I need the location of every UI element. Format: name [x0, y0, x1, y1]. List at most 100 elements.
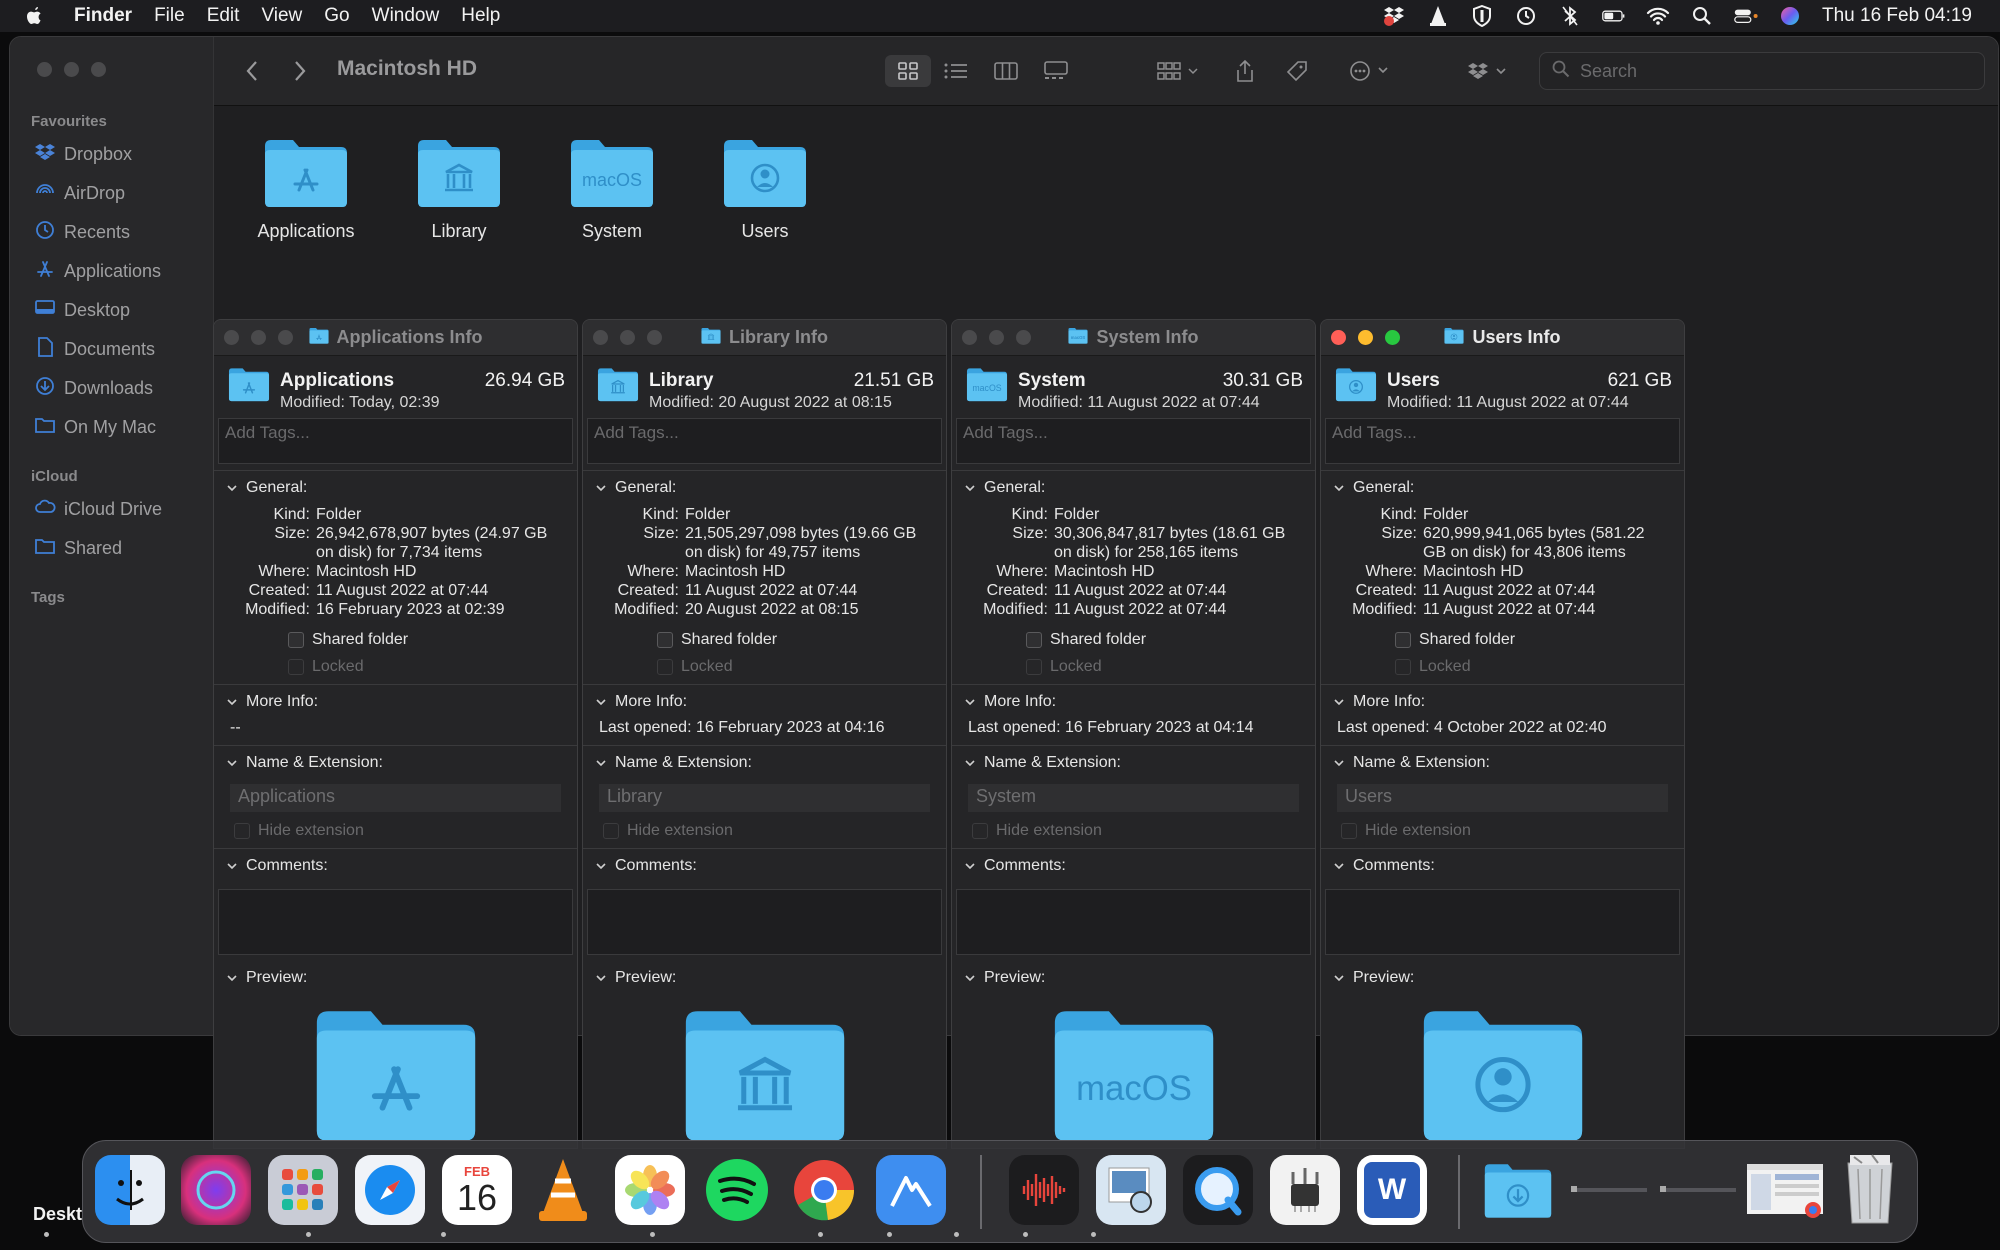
dock-vlc-icon[interactable]: [528, 1155, 598, 1225]
disclosure-chevron-icon[interactable]: [226, 696, 238, 708]
shared-folder-checkbox[interactable]: Shared folder: [1026, 631, 1315, 649]
section-more-info[interactable]: More Info:: [1321, 685, 1684, 719]
disclosure-chevron-icon[interactable]: [226, 860, 238, 872]
bluetooth-icon[interactable]: [1558, 5, 1582, 27]
section-general[interactable]: General:: [583, 471, 946, 505]
shared-folder-checkbox[interactable]: Shared folder: [657, 631, 946, 649]
disclosure-chevron-icon[interactable]: [595, 860, 607, 872]
hide-extension-checkbox[interactable]: Hide extension: [603, 822, 946, 840]
disclosure-chevron-icon[interactable]: [964, 696, 976, 708]
minimize-button[interactable]: [1358, 330, 1373, 345]
comments-field[interactable]: [1325, 889, 1680, 955]
section-name-extension[interactable]: Name & Extension:: [952, 746, 1315, 780]
dock-siri-icon[interactable]: [181, 1155, 251, 1225]
group-by-button[interactable]: [1154, 55, 1204, 87]
menu-finder[interactable]: Finder: [74, 5, 132, 27]
section-more-info[interactable]: More Info:: [583, 685, 946, 719]
desktop-item-label[interactable]: Deskt: [33, 1204, 82, 1225]
dock-spotify-icon[interactable]: [702, 1155, 772, 1225]
minimize-button[interactable]: [620, 330, 635, 345]
disclosure-chevron-icon[interactable]: [1333, 482, 1345, 494]
section-preview[interactable]: Preview:: [214, 961, 577, 995]
locked-checkbox[interactable]: Locked: [1395, 658, 1684, 676]
section-name-extension[interactable]: Name & Extension:: [583, 746, 946, 780]
locked-checkbox[interactable]: Locked: [1026, 658, 1315, 676]
dock-photos-icon[interactable]: [615, 1155, 685, 1225]
name-field[interactable]: System: [968, 784, 1299, 812]
tag-button[interactable]: [1282, 55, 1312, 87]
wifi-icon[interactable]: [1646, 5, 1670, 27]
add-tags-field[interactable]: Add Tags...: [1325, 418, 1680, 464]
dock-system-information-icon[interactable]: [1270, 1155, 1340, 1225]
disclosure-chevron-icon[interactable]: [226, 757, 238, 769]
dropbox-toolbar-button[interactable]: [1464, 55, 1514, 87]
section-general[interactable]: General:: [952, 471, 1315, 505]
dock-window-thumbnail-1[interactable]: [1568, 1155, 1650, 1225]
icon-view-button[interactable]: [885, 55, 931, 87]
hide-extension-checkbox[interactable]: Hide extension: [234, 822, 577, 840]
menu-edit[interactable]: Edit: [207, 5, 240, 27]
forward-button[interactable]: [288, 55, 312, 87]
dock-quicktime-icon[interactable]: [1183, 1155, 1253, 1225]
add-tags-field[interactable]: Add Tags...: [956, 418, 1311, 464]
action-menu-button[interactable]: [1346, 55, 1396, 87]
section-comments[interactable]: Comments:: [214, 849, 577, 883]
dock-launchpad-icon[interactable]: [268, 1155, 338, 1225]
disclosure-chevron-icon[interactable]: [1333, 860, 1345, 872]
section-preview[interactable]: Preview:: [1321, 961, 1684, 995]
add-tags-field[interactable]: Add Tags...: [218, 418, 573, 464]
close-button[interactable]: [1331, 330, 1346, 345]
dock-nordvpn-icon[interactable]: [876, 1155, 946, 1225]
section-comments[interactable]: Comments:: [583, 849, 946, 883]
menu-help[interactable]: Help: [461, 5, 500, 27]
name-field[interactable]: Users: [1337, 784, 1668, 812]
hide-extension-checkbox[interactable]: Hide extension: [972, 822, 1315, 840]
list-view-button[interactable]: [938, 55, 974, 87]
locked-checkbox[interactable]: Locked: [657, 658, 946, 676]
close-button[interactable]: [37, 62, 52, 77]
disclosure-chevron-icon[interactable]: [964, 860, 976, 872]
sidebar-item-documents[interactable]: Documents: [34, 337, 155, 362]
dock-finder-icon[interactable]: [95, 1155, 165, 1225]
section-more-info[interactable]: More Info:: [952, 685, 1315, 719]
dock-preview-icon[interactable]: [1096, 1155, 1166, 1225]
add-tags-field[interactable]: Add Tags...: [587, 418, 942, 464]
hide-extension-checkbox[interactable]: Hide extension: [1341, 822, 1684, 840]
close-button[interactable]: [224, 330, 239, 345]
menu-window[interactable]: Window: [372, 5, 440, 27]
sidebar-item-airdrop[interactable]: AirDrop: [34, 181, 125, 206]
disclosure-chevron-icon[interactable]: [226, 972, 238, 984]
zoom-button[interactable]: [1385, 330, 1400, 345]
menubar-clock[interactable]: Thu 16 Feb 04:19: [1822, 5, 1972, 27]
menu-file[interactable]: File: [154, 5, 185, 27]
zoom-button[interactable]: [647, 330, 662, 345]
dock-chrome-icon[interactable]: [789, 1155, 859, 1225]
column-view-button[interactable]: [988, 55, 1024, 87]
dock-window-thumbnail-2[interactable]: [1657, 1155, 1739, 1225]
disclosure-chevron-icon[interactable]: [1333, 972, 1345, 984]
siri-status-icon[interactable]: [1778, 5, 1802, 27]
dock-downloads-folder-icon[interactable]: [1483, 1155, 1553, 1225]
shield-status-icon[interactable]: [1470, 5, 1494, 27]
locked-checkbox[interactable]: Locked: [288, 658, 577, 676]
menu-go[interactable]: Go: [324, 5, 349, 27]
folder-item-applications[interactable]: Applications: [231, 136, 381, 242]
minimize-button[interactable]: [251, 330, 266, 345]
disclosure-chevron-icon[interactable]: [595, 696, 607, 708]
name-field[interactable]: Applications: [230, 784, 561, 812]
close-button[interactable]: [962, 330, 977, 345]
vlc-status-icon[interactable]: [1426, 5, 1450, 27]
dock-voice-memos-icon[interactable]: [1009, 1155, 1079, 1225]
section-general[interactable]: General:: [214, 471, 577, 505]
control-center-icon[interactable]: [1734, 5, 1758, 27]
disclosure-chevron-icon[interactable]: [595, 757, 607, 769]
folder-item-system[interactable]: macOS System: [537, 136, 687, 242]
sidebar-item-recents[interactable]: Recents: [34, 220, 130, 245]
disclosure-chevron-icon[interactable]: [964, 757, 976, 769]
zoom-button[interactable]: [91, 62, 106, 77]
name-field[interactable]: Library: [599, 784, 930, 812]
section-name-extension[interactable]: Name & Extension:: [214, 746, 577, 780]
zoom-button[interactable]: [278, 330, 293, 345]
comments-field[interactable]: [956, 889, 1311, 955]
battery-icon[interactable]: [1602, 5, 1626, 27]
